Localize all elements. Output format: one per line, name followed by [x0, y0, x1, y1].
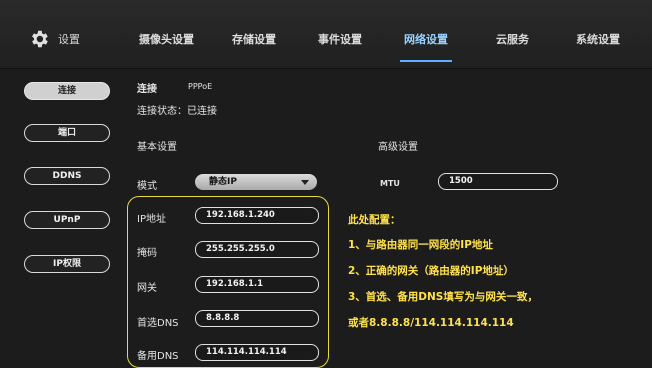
basic-settings-title: 基本设置	[137, 142, 177, 153]
tab-storage-settings[interactable]: 存储设置	[232, 31, 276, 47]
tab-camera-settings[interactable]: 摄像头设置	[139, 31, 194, 47]
gateway-input[interactable]: 192.168.1.1	[195, 276, 319, 293]
active-tab-indicator	[400, 60, 452, 62]
sidebar-item-port[interactable]: 端口	[24, 124, 110, 142]
subtab-connection[interactable]: 连接	[137, 80, 157, 95]
mode-label: 模式	[137, 181, 157, 192]
ip-address-label: IP地址	[137, 214, 166, 225]
mode-dropdown[interactable]: 静态IP	[195, 174, 317, 190]
sidebar-item-upnp[interactable]: UPnP	[24, 211, 110, 229]
primary-dns-input[interactable]: 8.8.8.8	[195, 310, 319, 327]
settings-label: 设置	[58, 33, 80, 46]
annotation-line-3: 3、首选、备用DNS填写为与网关一致，	[348, 291, 538, 303]
mtu-label: MTU	[380, 179, 400, 188]
gear-icon[interactable]	[28, 28, 50, 50]
subtab-pppoe[interactable]: PPPoE	[188, 82, 212, 91]
tab-system-settings[interactable]: 系统设置	[576, 31, 620, 47]
annotation-line-4: 或者8.8.8.8/114.114.114.114	[348, 317, 514, 329]
ip-address-input[interactable]: 192.168.1.240	[195, 207, 319, 224]
mode-dropdown-value: 静态IP	[209, 177, 237, 187]
gateway-label: 网关	[137, 283, 157, 294]
top-navigation-bar: 设置 摄像头设置 存储设置 事件设置 网络设置 云服务 系统设置	[0, 0, 652, 69]
secondary-dns-input[interactable]: 114.114.114.114	[195, 344, 319, 361]
sidebar-item-ip-permission[interactable]: IP权限	[24, 255, 110, 273]
tab-cloud-service[interactable]: 云服务	[496, 31, 529, 47]
annotation-title: 此处配置：	[348, 214, 401, 226]
subnet-mask-input[interactable]: 255.255.255.0	[195, 241, 319, 258]
annotation-line-1: 1、与路由器同一网段的IP地址	[348, 239, 493, 251]
sidebar-item-ddns[interactable]: DDNS	[24, 167, 110, 185]
primary-dns-label: 首选DNS	[137, 318, 179, 329]
subnet-mask-label: 掩码	[137, 248, 157, 259]
annotation-line-2: 2、正确的网关（路由器的IP地址）	[348, 265, 514, 277]
tab-event-settings[interactable]: 事件设置	[318, 31, 362, 47]
sidebar-item-connection[interactable]: 连接	[24, 82, 110, 100]
advanced-settings-title: 高级设置	[378, 142, 418, 153]
chevron-down-icon	[301, 180, 309, 185]
tab-network-settings[interactable]: 网络设置	[404, 31, 448, 47]
mtu-input[interactable]: 1500	[438, 173, 558, 190]
connection-status: 连接状态：已连接	[137, 106, 217, 117]
